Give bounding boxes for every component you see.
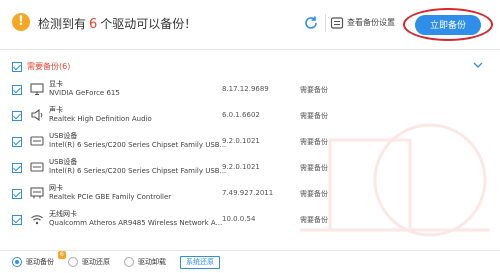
list-item[interactable]: USB设备 Intel(R) 6 Series/C200 Series Chip… xyxy=(0,129,500,155)
select-all-checkbox[interactable] xyxy=(12,62,22,72)
network-card-icon xyxy=(30,187,44,199)
usb-device-icon xyxy=(30,162,44,172)
title-prefix: 检测到有 xyxy=(38,17,87,31)
usb-device-icon xyxy=(30,136,44,146)
row-checkbox[interactable] xyxy=(12,85,22,95)
list-item[interactable]: 声卡 Realtek High Definition Audio 6.0.1.6… xyxy=(0,103,500,129)
list-item[interactable]: 显卡 NVIDIA GeForce 615 8.17.12.9689 需要备份 xyxy=(0,77,500,103)
device-category: USB设备 xyxy=(49,158,78,166)
system-restore-button[interactable]: 系统还原 xyxy=(180,256,220,269)
device-status: 需要备份 xyxy=(300,138,328,146)
row-checkbox[interactable] xyxy=(12,215,22,225)
section-label: 需要备份(6) xyxy=(27,62,71,71)
device-version: 9.2.0.1021 xyxy=(222,137,260,145)
title-suffix: 个驱动可以备份！ xyxy=(100,17,197,31)
tab-driver-backup-radio[interactable] xyxy=(12,257,22,267)
tab-driver-backup[interactable]: 驱动备份 xyxy=(26,257,54,267)
tab-driver-restore-radio[interactable] xyxy=(68,257,78,267)
header-divider xyxy=(325,14,326,32)
device-category: 显卡 xyxy=(49,80,63,88)
tab-driver-restore[interactable]: 驱动还原 xyxy=(82,257,110,267)
device-version: 6.0.1.6602 xyxy=(222,111,260,119)
device-version: 10.0.0.54 xyxy=(222,215,256,223)
list-item[interactable]: 无线网卡 Qualcomm Atheros AR9485 Wireless Ne… xyxy=(0,207,500,233)
row-checkbox[interactable] xyxy=(12,137,22,147)
backup-now-button[interactable]: 立即备份 xyxy=(415,15,481,35)
tab-driver-uninstall-radio[interactable] xyxy=(124,257,134,267)
row-checkbox[interactable] xyxy=(12,163,22,173)
device-status: 需要备份 xyxy=(300,164,328,172)
chevron-down-icon[interactable] xyxy=(472,60,484,70)
device-version: 9.2.0.1021 xyxy=(222,163,260,171)
refresh-icon[interactable] xyxy=(302,14,320,32)
device-version: 7.49.927.2011 xyxy=(222,189,274,197)
device-status: 需要备份 xyxy=(300,216,328,224)
speaker-icon xyxy=(31,108,43,122)
list-item[interactable]: 网卡 Realtek PCIe GBE Family Controller 7.… xyxy=(0,181,500,207)
header-bar: ! 检测到有 6 个驱动可以备份！ 查看备份设置 立即备份 xyxy=(0,0,500,50)
footer-bar: 驱动备份 6 驱动还原 驱动卸载 系统还原 xyxy=(0,250,500,273)
backup-settings-icon[interactable] xyxy=(330,16,344,30)
row-checkbox[interactable] xyxy=(12,111,22,121)
device-version: 8.17.12.9689 xyxy=(222,85,269,93)
warning-icon: ! xyxy=(12,13,30,31)
device-name: NVIDIA GeForce 615 xyxy=(49,89,120,97)
device-status: 需要备份 xyxy=(300,190,328,198)
device-category: 无线网卡 xyxy=(49,210,77,218)
row-checkbox[interactable] xyxy=(12,189,22,199)
device-name: Qualcomm Atheros AR9485 Wireless Network… xyxy=(49,219,223,227)
device-category: 声卡 xyxy=(49,106,63,114)
backup-count-badge: 6 xyxy=(58,251,66,259)
section-header: 需要备份(6) xyxy=(0,57,500,77)
backup-settings-link[interactable]: 查看备份设置 xyxy=(347,17,395,28)
device-status: 需要备份 xyxy=(300,112,328,120)
device-name: Realtek High Definition Audio xyxy=(49,115,152,123)
page-title: 检测到有 6 个驱动可以备份！ xyxy=(38,15,196,32)
device-category: 网卡 xyxy=(49,184,63,192)
device-name: Realtek PCIe GBE Family Controller xyxy=(49,193,172,201)
device-category: USB设备 xyxy=(49,132,78,140)
device-name: Intel(R) 6 Series/C200 Series Chipset Fa… xyxy=(49,167,227,175)
wifi-icon xyxy=(31,215,43,225)
backup-button-highlight: 立即备份 xyxy=(403,8,493,41)
driver-count: 6 xyxy=(89,17,98,32)
list-item[interactable]: USB设备 Intel(R) 6 Series/C200 Series Chip… xyxy=(0,155,500,181)
device-name: Intel(R) 6 Series/C200 Series Chipset Fa… xyxy=(49,141,227,149)
device-status: 需要备份 xyxy=(300,86,328,94)
monitor-icon xyxy=(30,83,44,96)
tab-driver-uninstall[interactable]: 驱动卸载 xyxy=(138,257,166,267)
